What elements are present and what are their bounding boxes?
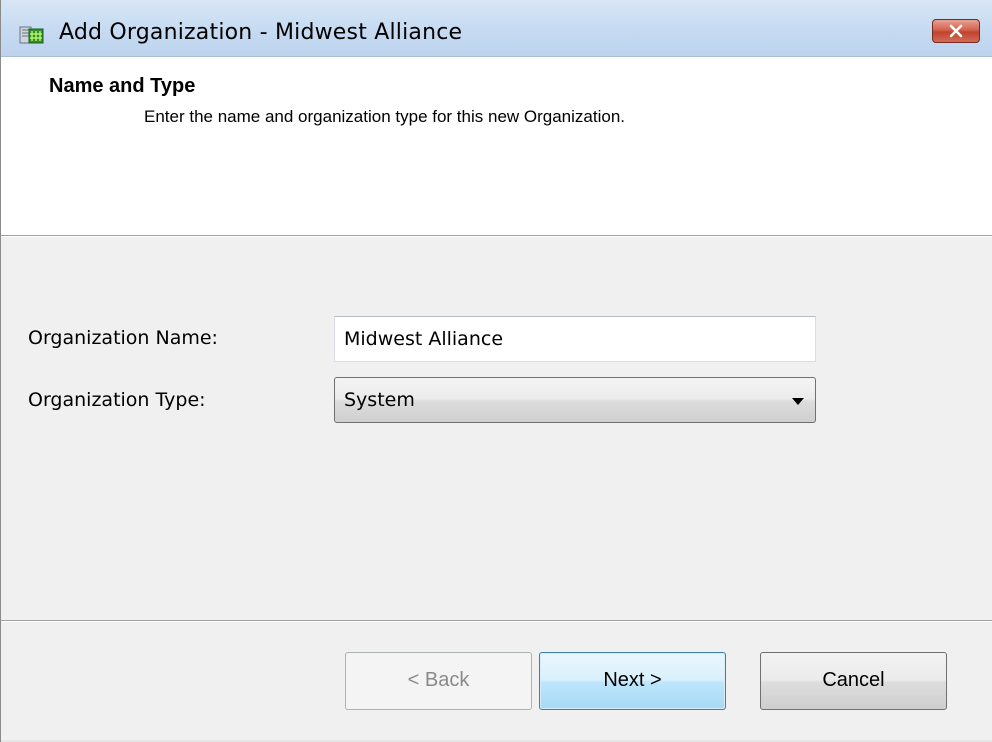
organization-type-dropdown[interactable]: System bbox=[334, 377, 816, 423]
add-organization-dialog: Add Organization - Midwest Alliance Name… bbox=[0, 0, 992, 742]
title-bar[interactable]: Add Organization - Midwest Alliance bbox=[1, 0, 992, 57]
window-title: Add Organization - Midwest Alliance bbox=[59, 20, 463, 45]
page-title: Name and Type bbox=[49, 75, 196, 97]
wizard-header: Name and Type Enter the name and organiz… bbox=[1, 57, 992, 236]
cancel-button[interactable]: Cancel bbox=[760, 652, 947, 710]
close-button[interactable] bbox=[932, 19, 980, 43]
chevron-down-icon bbox=[792, 398, 804, 405]
organization-app-icon bbox=[19, 26, 44, 44]
close-icon bbox=[949, 24, 963, 38]
header-divider bbox=[1, 236, 992, 237]
organization-name-label: Organization Name: bbox=[28, 327, 218, 349]
organization-name-input[interactable] bbox=[334, 316, 816, 362]
next-button[interactable]: Next > bbox=[539, 652, 726, 710]
back-button[interactable]: < Back bbox=[345, 652, 532, 710]
organization-type-label: Organization Type: bbox=[28, 389, 206, 411]
organization-type-selected: System bbox=[344, 389, 415, 411]
page-subtitle: Enter the name and organization type for… bbox=[144, 107, 626, 126]
